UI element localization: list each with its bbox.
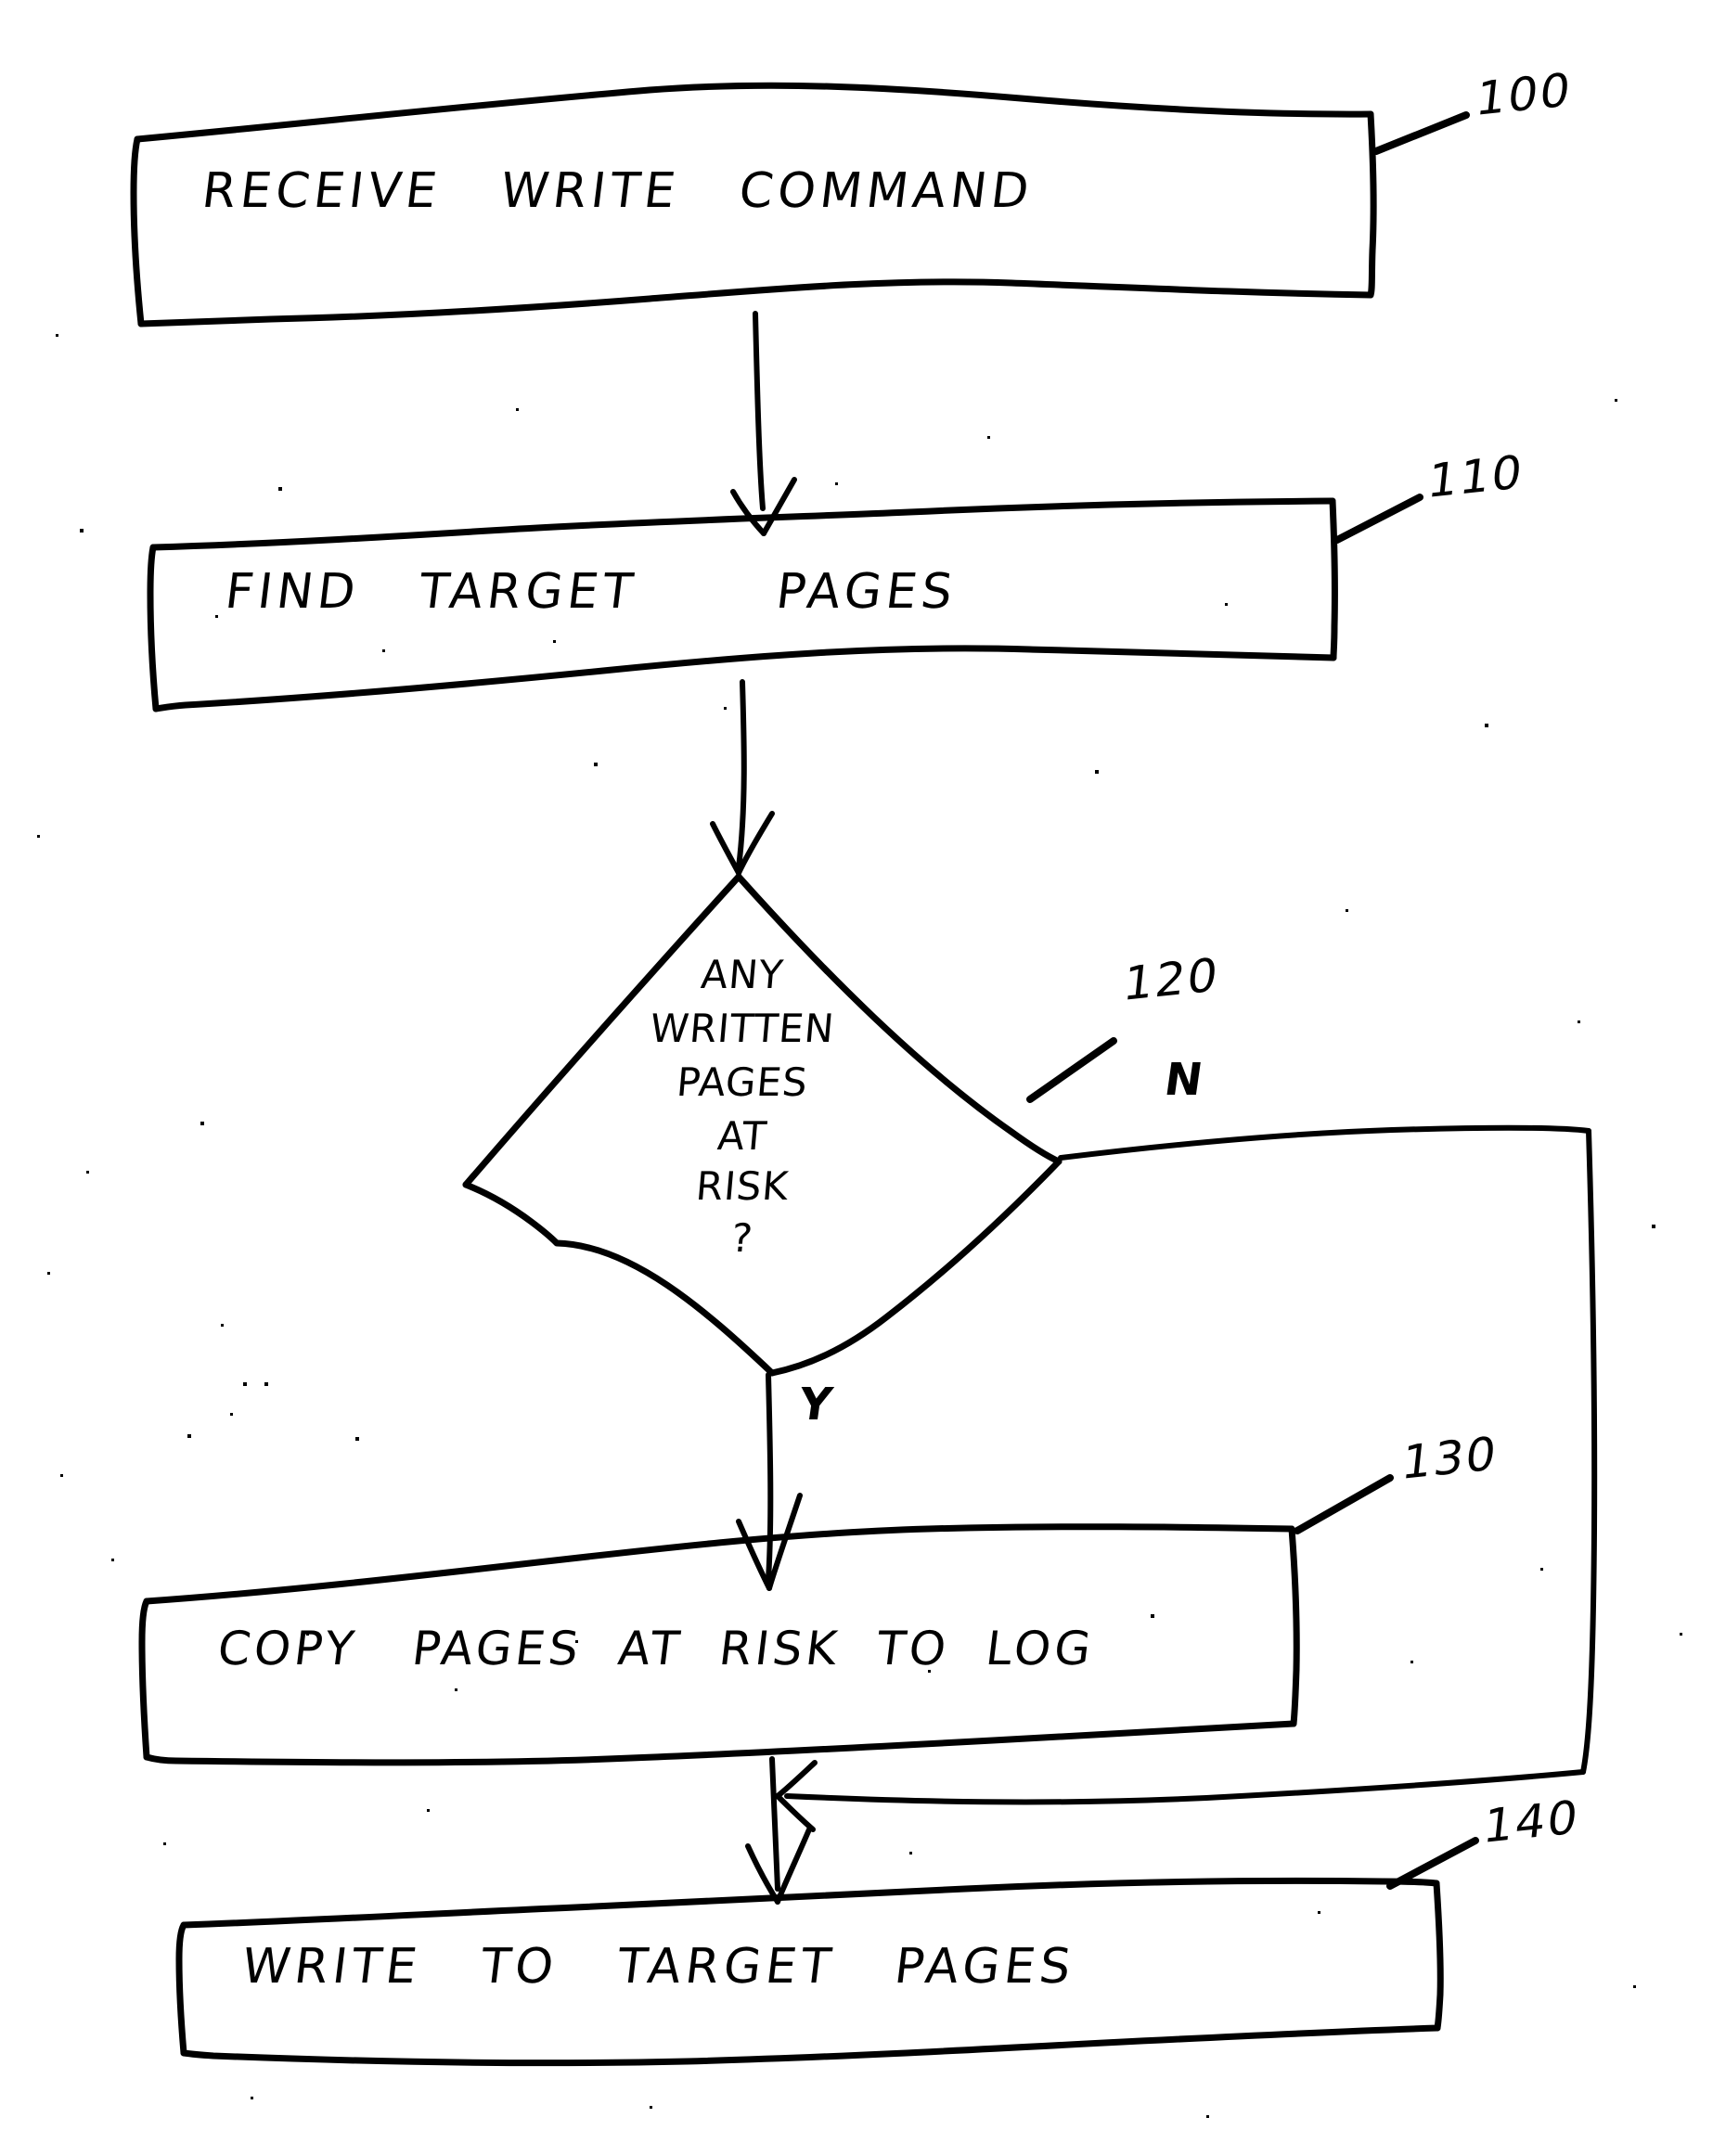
decision-label-line-5: RISK xyxy=(694,1163,792,1209)
ref-label-120: 120 xyxy=(1120,947,1222,1011)
ref-label-100: 100 xyxy=(1473,62,1575,126)
decision-label-line-1: ANY xyxy=(699,952,786,997)
node-label-receive-write-command: RECEIVE WRITE COMMAND xyxy=(199,163,1037,219)
node-copy-pages-at-risk-to-log[interactable] xyxy=(138,1474,1394,1766)
node-label-write-to-target-pages: WRITE TO TARGET PAGES xyxy=(238,1939,1079,1995)
branch-label-no: N xyxy=(1161,1054,1206,1106)
edge-copy-to-write xyxy=(745,1756,812,1905)
edge-find-to-decision xyxy=(710,679,775,876)
node-label-copy-pages-at-risk-to-log: COPY PAGES AT RISK TO LOG xyxy=(214,1622,1098,1675)
edge-decision-yes xyxy=(736,1372,803,1591)
branch-label-yes: Y xyxy=(795,1379,836,1431)
ref-label-140: 140 xyxy=(1480,1790,1582,1854)
edge-receive-to-find xyxy=(730,311,797,536)
ref-label-110: 110 xyxy=(1424,444,1526,508)
flowchart-drawing xyxy=(37,82,1682,2118)
decision-label-line-3: PAGES xyxy=(675,1059,810,1105)
flowchart-page: RECEIVE WRITE COMMAND 100 FIND TARGET PA… xyxy=(0,0,1713,2156)
decision-label-line-4: AT xyxy=(715,1113,769,1159)
ref-label-130: 130 xyxy=(1398,1426,1500,1490)
decision-label-line-6: ? xyxy=(729,1215,755,1261)
decision-label-line-2: WRITTEN xyxy=(648,1006,837,1051)
node-label-find-target-pages: FIND TARGET PAGES xyxy=(222,564,960,620)
